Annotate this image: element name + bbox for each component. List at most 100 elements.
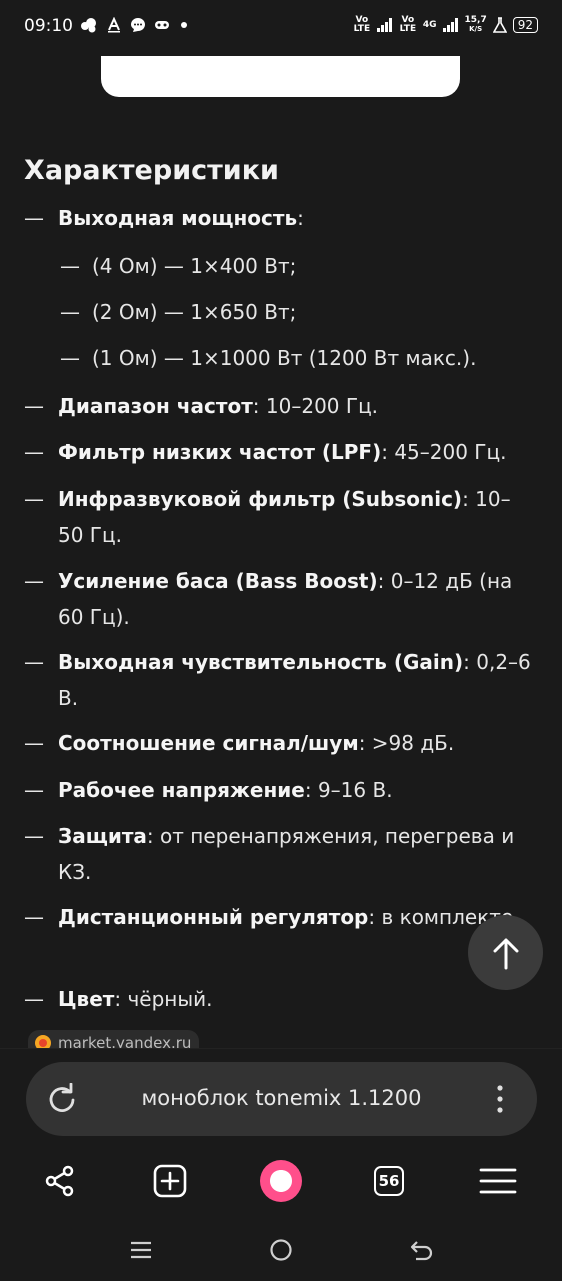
spec-value: (1 Ом) — 1×1000 Вт (1200 Вт макс.). xyxy=(92,346,477,370)
bullet-dash: — xyxy=(24,394,44,418)
search-query[interactable]: моноблок tonemix 1.1200 xyxy=(26,1086,537,1110)
bullet-dash: — xyxy=(24,206,44,230)
new-tab-icon xyxy=(153,1164,187,1198)
recents-button[interactable] xyxy=(123,1232,159,1268)
spec-item: — Инфразвуковой фильтр (Subsonic): 10–50 … xyxy=(24,481,534,553)
spec-label: Цвет xyxy=(58,987,115,1011)
menu-icon xyxy=(479,1168,517,1194)
bullet-dash: — xyxy=(60,254,80,278)
spec-label: Защита xyxy=(58,824,147,848)
system-nav-bar xyxy=(0,1218,562,1280)
spec-item: — Дистанционный регулятор: в комплекте. xyxy=(24,899,534,935)
spec-text: (2 Ом) — 1×650 Вт; xyxy=(92,294,534,330)
image-card xyxy=(101,56,460,97)
share-icon xyxy=(45,1165,74,1197)
spec-value: : 45–200 Гц. xyxy=(381,440,507,464)
spec-text: Фильтр низких частот (LPF): 45–200 Гц. xyxy=(58,434,534,470)
alice-button[interactable] xyxy=(250,1150,312,1212)
spec-text: Инфразвуковой фильтр (Subsonic): 10–50 Г… xyxy=(58,481,534,553)
net-speed-value: 15,7 xyxy=(464,15,487,25)
spec-value: : >98 дБ. xyxy=(358,731,455,755)
network-type: 4G xyxy=(422,19,437,30)
spec-item: — Цвет: чёрный. xyxy=(24,981,534,1017)
spec-item: — Соотношение сигнал/шум: >98 дБ. xyxy=(24,725,534,761)
spec-text: Усиление баса (Bass Boost): 0–12 дБ (на … xyxy=(58,563,534,635)
chat-bubble-icon xyxy=(131,18,145,32)
spec-item: — Усиление баса (Bass Boost): 0–12 дБ (на… xyxy=(24,563,534,635)
recents-icon xyxy=(131,1241,151,1259)
spec-item: — Защита: от перенапряжения, перегрева и … xyxy=(24,818,534,890)
alice-icon xyxy=(260,1160,302,1202)
new-tab-button[interactable] xyxy=(139,1150,201,1212)
bullet-dash: — xyxy=(24,650,44,674)
spec-value: : xyxy=(297,206,304,230)
spec-item: — (4 Ом) — 1×400 Вт; xyxy=(24,248,534,284)
status-right-indicators: Vo LTE Vo LTE 4G 15,7 K/S 92 xyxy=(353,16,538,34)
back-icon xyxy=(410,1241,433,1261)
spec-text: Защита: от перенапряжения, перегрева и К… xyxy=(58,818,534,890)
spec-label: Соотношение сигнал/шум xyxy=(58,731,359,755)
share-button[interactable] xyxy=(29,1150,91,1212)
bullet-dash: — xyxy=(24,569,44,593)
spec-label: Выходная мощность xyxy=(58,206,298,230)
spec-text: (1 Ом) — 1×1000 Вт (1200 Вт макс.). xyxy=(92,340,534,376)
spec-text: Диапазон частот: 10–200 Гц. xyxy=(58,388,534,424)
bullet-dash: — xyxy=(24,487,44,511)
spec-text: Дистанционный регулятор: в комплекте. xyxy=(58,899,534,935)
spec-item: — (2 Ом) — 1×650 Вт; xyxy=(24,294,534,330)
more-vert-icon[interactable] xyxy=(490,1082,510,1116)
bullet-dash: — xyxy=(60,300,80,324)
bullet-dash: — xyxy=(24,824,44,848)
weather-cloud-icon xyxy=(81,18,96,33)
scroll-to-top-button[interactable] xyxy=(468,915,543,990)
spec-item: — Рабочее напряжение: 9–16 В. xyxy=(24,772,534,808)
spec-text: Рабочее напряжение: 9–16 В. xyxy=(58,772,534,808)
section-heading: Характеристики xyxy=(24,155,279,186)
back-button[interactable] xyxy=(403,1232,439,1268)
spec-text: Соотношение сигнал/шум: >98 дБ. xyxy=(58,725,534,761)
address-bar[interactable]: моноблок tonemix 1.1200 xyxy=(26,1062,537,1136)
bullet-dash: — xyxy=(60,346,80,370)
dot-icon xyxy=(181,22,187,28)
volte-label-1: Vo LTE xyxy=(353,15,371,34)
menu-button[interactable] xyxy=(467,1150,529,1212)
spec-value: : чёрный. xyxy=(114,987,213,1011)
translate-a-icon xyxy=(108,17,120,33)
arrow-up-icon xyxy=(493,938,518,969)
signal-icon xyxy=(376,18,392,32)
spec-value: : 10–200 Гц. xyxy=(252,394,379,418)
flask-icon xyxy=(492,17,507,33)
spec-label: Выходная чувствительность (Gain) xyxy=(58,650,464,674)
status-time: 09:10 xyxy=(24,16,73,36)
spec-item: — Фильтр низких частот (LPF): 45–200 Гц. xyxy=(24,434,534,470)
spec-text: Выходная чувствительность (Gain): 0,2–6 … xyxy=(58,644,534,716)
bullet-dash: — xyxy=(24,987,44,1011)
net-speed-unit: K/S xyxy=(469,25,483,33)
battery-indicator: 92 xyxy=(512,17,538,33)
spec-label: Фильтр низких частот (LPF) xyxy=(58,440,382,464)
spec-value: (4 Ом) — 1×400 Вт; xyxy=(92,254,297,278)
tabs-icon: 56 xyxy=(374,1166,404,1196)
signal-icon-2 xyxy=(442,18,458,32)
bullet-dash: — xyxy=(24,731,44,755)
gamepad-icon xyxy=(155,21,169,29)
home-icon xyxy=(270,1239,292,1261)
spec-text: (4 Ом) — 1×400 Вт; xyxy=(92,248,534,284)
bullet-dash: — xyxy=(24,905,44,929)
tabs-button[interactable]: 56 xyxy=(358,1150,420,1212)
spec-label: Инфразвуковой фильтр (Subsonic) xyxy=(58,487,463,511)
spec-value: (2 Ом) — 1×650 Вт; xyxy=(92,300,297,324)
browser-toolbar: 56 xyxy=(0,1150,562,1212)
spec-label: Усиление баса (Bass Boost) xyxy=(58,569,378,593)
notification-icons xyxy=(80,17,190,33)
home-button[interactable] xyxy=(263,1232,299,1268)
net-speed: 15,7 K/S xyxy=(465,16,487,34)
spec-label: Дистанционный регулятор xyxy=(58,905,369,929)
bullet-dash: — xyxy=(24,440,44,464)
spec-label: Диапазон частот xyxy=(58,394,253,418)
status-bar: 09:10 Vo LTE Vo LTE 4G 15,7 K/S 92 xyxy=(0,0,562,56)
spec-label: Рабочее напряжение xyxy=(58,778,305,802)
spec-text: Выходная мощность: xyxy=(58,200,534,236)
spec-item: — (1 Ом) — 1×1000 Вт (1200 Вт макс.). xyxy=(24,340,534,376)
spec-value: : 9–16 В. xyxy=(304,778,393,802)
